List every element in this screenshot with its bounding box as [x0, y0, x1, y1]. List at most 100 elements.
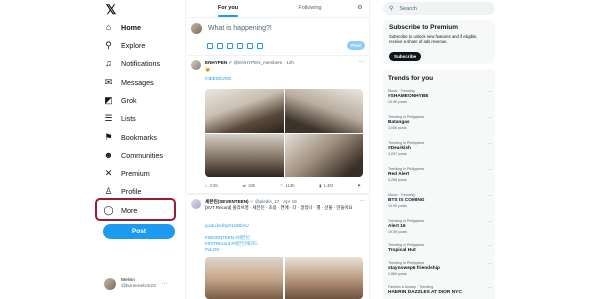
more-dots-icon[interactable]: ···	[488, 261, 492, 266]
bookmark-icon: ⚑	[357, 183, 361, 188]
x-logo-icon[interactable]: 𝕏	[104, 3, 118, 17]
subscribe-button[interactable]: Subscribe	[389, 52, 422, 61]
view-count: 1.4M	[323, 183, 333, 188]
sidebar-item-label: Grok	[121, 95, 137, 105]
more-dots-icon[interactable]: ···	[359, 59, 364, 65]
trends-title: Trends for you	[388, 75, 434, 82]
trend-item[interactable]: Trending in Philippines Red Alert 5,258 …	[388, 167, 492, 182]
more-dots-icon[interactable]: ···	[488, 243, 492, 248]
repost-count: 18K	[247, 183, 256, 188]
more-dots-icon[interactable]: ···	[488, 285, 492, 290]
image-icon[interactable]	[207, 43, 213, 49]
trend-count: 5,258 posts	[388, 177, 407, 182]
sidebar-item-more[interactable]: ◯ More	[103, 202, 137, 218]
list-icon: ☰	[104, 112, 113, 123]
compose-tools	[207, 43, 263, 49]
account-switcher[interactable]: Melvin @bonemelvin23 ···	[104, 276, 168, 292]
reply-icon: ○	[205, 183, 208, 188]
post-button[interactable]: Post	[103, 224, 175, 239]
more-dots-icon[interactable]: ···	[488, 193, 492, 198]
sidebar-item-profile[interactable]: ♙ Profile	[103, 183, 141, 199]
poll-icon[interactable]	[227, 43, 233, 49]
tab-following[interactable]: Following	[269, 0, 351, 17]
sidebar-item-messages[interactable]: ✉ Messages	[103, 74, 154, 90]
bookmark-icon: ⚑	[104, 131, 113, 142]
tweet-author[interactable]: 세븐틴(SEVENTEEN)	[205, 199, 249, 204]
tweet-hashtag[interactable]: #JEESEUNG	[205, 76, 231, 82]
like-count: 113K	[285, 183, 295, 188]
tweet-photo[interactable]	[205, 257, 283, 299]
tweet-hashtags[interactable]: #VLOG	[205, 247, 220, 253]
tweet-photo[interactable]	[205, 133, 284, 177]
trend-count: 19.9K posts	[388, 203, 407, 208]
search-input[interactable]: ⚲ Search	[383, 2, 495, 15]
sidebar-item-communities[interactable]: ☻ Communities	[103, 147, 163, 163]
gif-icon[interactable]	[217, 43, 223, 49]
trend-item[interactable]: Fashion & beauty · Trending HAERIN DAZZL…	[388, 285, 492, 296]
sidebar-item-lists[interactable]: ☰ Lists	[103, 110, 135, 126]
trend-count: 19.9K posts	[388, 99, 407, 104]
more-dots-icon[interactable]: ···	[488, 219, 492, 224]
emoji-icon[interactable]	[237, 43, 243, 49]
sidebar-item-label: Explore	[121, 40, 146, 50]
more-dots-icon[interactable]: ···	[488, 115, 492, 120]
compose-input[interactable]: What is happening?!	[208, 25, 272, 32]
more-dots-icon[interactable]: ···	[488, 167, 492, 172]
sidebar-item-premium[interactable]: ✕ Premium	[103, 165, 150, 181]
home-icon: ⌂	[105, 21, 112, 32]
verified-icon: ✔	[228, 60, 233, 65]
sidebar-item-bookmarks[interactable]: ⚑ Bookmarks	[103, 129, 157, 145]
like-button[interactable]: ♡ 113K	[280, 183, 295, 188]
repost-icon: ⇄	[242, 183, 246, 188]
trend-name: HAERIN DAZZLES AT DIOR NYC	[388, 289, 462, 295]
sidebar-item-label: Premium	[121, 168, 150, 178]
more-dots-icon: ···	[161, 281, 168, 287]
chart-icon: ▮	[319, 183, 322, 188]
tweet-photo[interactable]	[284, 89, 363, 133]
gear-icon[interactable]: ⚙	[351, 0, 369, 17]
schedule-icon[interactable]	[247, 43, 253, 49]
tweet-text: [SVT Record] 올리브영 · 세븐틴 · 조용 · 연애 · 다 · …	[205, 205, 353, 210]
reply-button[interactable]: ○ 3.0K	[205, 183, 218, 188]
sidebar-item-home[interactable]: ⌂ Home	[103, 19, 141, 35]
sidebar-item-label: Notifications	[121, 58, 161, 68]
people-icon: ☻	[103, 149, 114, 160]
trend-item[interactable]: Music · Trending BTS IS COMING 19.9K pos…	[388, 193, 492, 208]
premium-card: Subscribe to Premium Subscribe to unlock…	[383, 20, 495, 64]
sidebar-item-grok[interactable]: ◩ Grok	[103, 92, 137, 108]
trend-item[interactable]: Trending in Philippines Alert 16 19.3K p…	[388, 219, 492, 234]
bookmark-button[interactable]: ⚑	[357, 183, 361, 188]
repost-button[interactable]: ⇄ 18K	[242, 183, 255, 188]
bell-icon: ♫	[105, 57, 112, 68]
tweet-link[interactable]: youtu.be/hpO1sWbAU	[205, 223, 249, 229]
tweet-handle: @pledis_17 · Apr 18	[255, 199, 297, 204]
more-dots-icon[interactable]: ···	[488, 89, 492, 94]
location-icon[interactable]	[257, 43, 263, 49]
tweet-header: ENHYPEN ✔ @ENHYPEN_members · 12h	[205, 60, 294, 66]
tweet-photo[interactable]	[285, 257, 363, 299]
views-button[interactable]: ▮ 1.4M	[319, 183, 333, 188]
compose-post-button[interactable]: Post	[347, 41, 365, 50]
tweet-photo[interactable]	[284, 133, 363, 177]
left-sidebar: 𝕏 ⌂ Home ⚲ Explore ♫ Notifications ✉ Mes…	[0, 0, 186, 299]
tweet-media-grid[interactable]	[205, 89, 363, 177]
sidebar-item-notifications[interactable]: ♫ Notifications	[103, 55, 160, 71]
tweet-author[interactable]: ENHYPEN	[205, 60, 227, 65]
more-dots-icon[interactable]: ···	[488, 141, 492, 146]
trend-item[interactable]: Trending in Philippines Batangas 3,006 p…	[388, 115, 492, 130]
trend-item[interactable]: Trending in Philippines Tropical Hut ···	[388, 243, 492, 254]
trend-count: 3,006 posts	[388, 125, 407, 130]
tweet-hashtags[interactable]: #SEVENTEEN #세븐틴	[205, 235, 250, 241]
trend-item[interactable]: Trending in Philippines #Dearkish 4,297 …	[388, 141, 492, 156]
tweet-photo[interactable]	[205, 89, 284, 133]
trend-item[interactable]: Music · Trending #SHAMEONHYBE 19.9K post…	[388, 89, 492, 104]
trend-item[interactable]: Trending in Philippines staynowep6 frien…	[388, 261, 492, 276]
tab-for-you[interactable]: For you	[187, 0, 269, 17]
avatar[interactable]	[191, 60, 201, 70]
tweet-media[interactable]	[205, 257, 363, 299]
avatar[interactable]	[191, 199, 201, 209]
more-dots-icon[interactable]: ···	[360, 198, 365, 204]
sidebar-item-label: Bookmarks	[121, 132, 157, 142]
sidebar-item-explore[interactable]: ⚲ Explore	[103, 37, 145, 53]
tweet-hashtags[interactable]: #SVTRecord #세븐틴레코드	[205, 241, 258, 247]
